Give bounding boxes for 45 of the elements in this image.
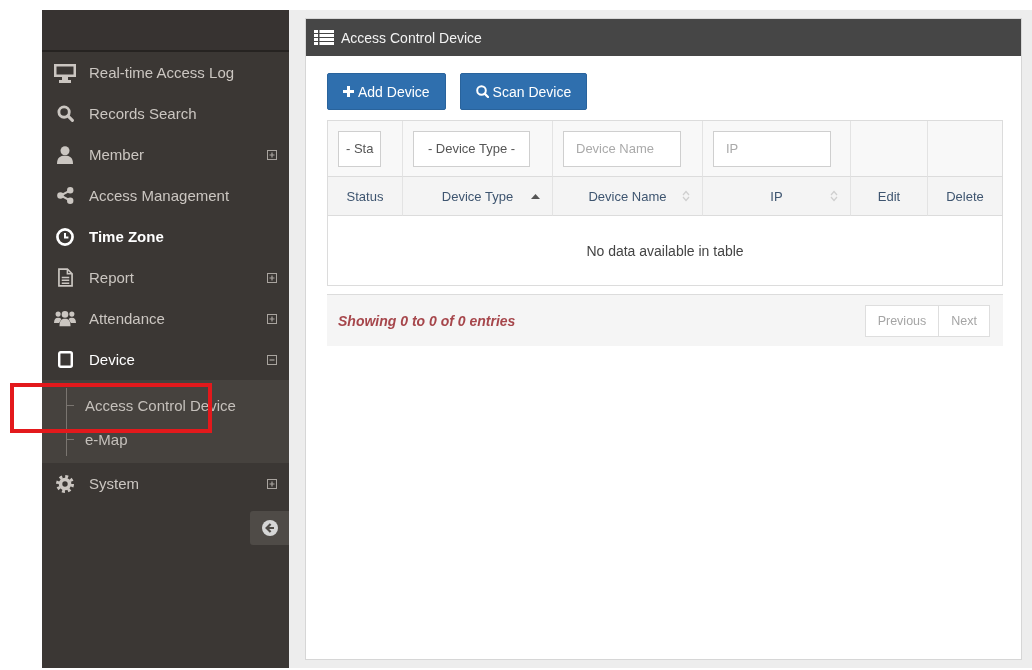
nav-item[interactable]: Attendance (42, 298, 289, 339)
column-header[interactable]: Device Type (403, 177, 553, 216)
filter-select[interactable]: - Device Type - (413, 130, 530, 167)
document-icon (57, 268, 73, 287)
monitor-icon (54, 62, 76, 83)
column-header[interactable]: Device Name (553, 177, 703, 216)
nav-item[interactable]: System (42, 463, 289, 504)
plus-icon (343, 86, 354, 97)
user-icon (57, 145, 73, 164)
expand-icon[interactable] (267, 313, 277, 324)
expand-icon[interactable] (267, 149, 277, 160)
clock-icon (56, 227, 74, 246)
collapse-icon[interactable] (267, 354, 277, 365)
users-icon (54, 310, 76, 327)
nav-item[interactable]: Access Management (42, 175, 289, 216)
sort-ascending-icon[interactable] (531, 193, 540, 199)
nav-item[interactable]: Device (42, 339, 289, 380)
expand-icon[interactable] (267, 478, 277, 489)
column-header[interactable]: Status (328, 177, 403, 216)
share-icon (56, 187, 74, 204)
panel-title: Access Control Device (341, 29, 482, 46)
nav-item[interactable]: Real-time Access Log (42, 52, 289, 93)
list-icon (314, 30, 334, 45)
search-icon (56, 105, 74, 122)
nav-item[interactable]: Report (42, 257, 289, 298)
search-icon (475, 85, 489, 98)
circle-arrow-left-icon (261, 520, 278, 536)
empty-table-message: No data available in table (586, 242, 744, 259)
nav-item[interactable]: Records Search (42, 93, 289, 134)
gear-icon (56, 474, 74, 493)
column-header[interactable]: Edit (851, 177, 928, 216)
nav-item[interactable]: Member (42, 134, 289, 175)
tablet-icon (57, 351, 73, 368)
scan-button[interactable]: Scan Device (459, 73, 588, 110)
entries-info: Showing 0 to 0 of 0 entries (338, 312, 516, 329)
collapse-sidebar-button[interactable] (250, 511, 289, 545)
add-button[interactable]: Add Device (327, 73, 446, 110)
submenu-item[interactable]: e-Map (67, 422, 289, 456)
nav-item[interactable]: Time Zone (42, 216, 289, 257)
filter-field[interactable]: IP (713, 130, 831, 167)
column-header[interactable]: IP (703, 177, 851, 216)
filter-select[interactable]: - Sta (338, 130, 382, 167)
expand-icon[interactable] (267, 272, 277, 283)
filter-field[interactable]: Device Name (563, 130, 681, 167)
column-header[interactable]: Delete (928, 177, 1002, 216)
